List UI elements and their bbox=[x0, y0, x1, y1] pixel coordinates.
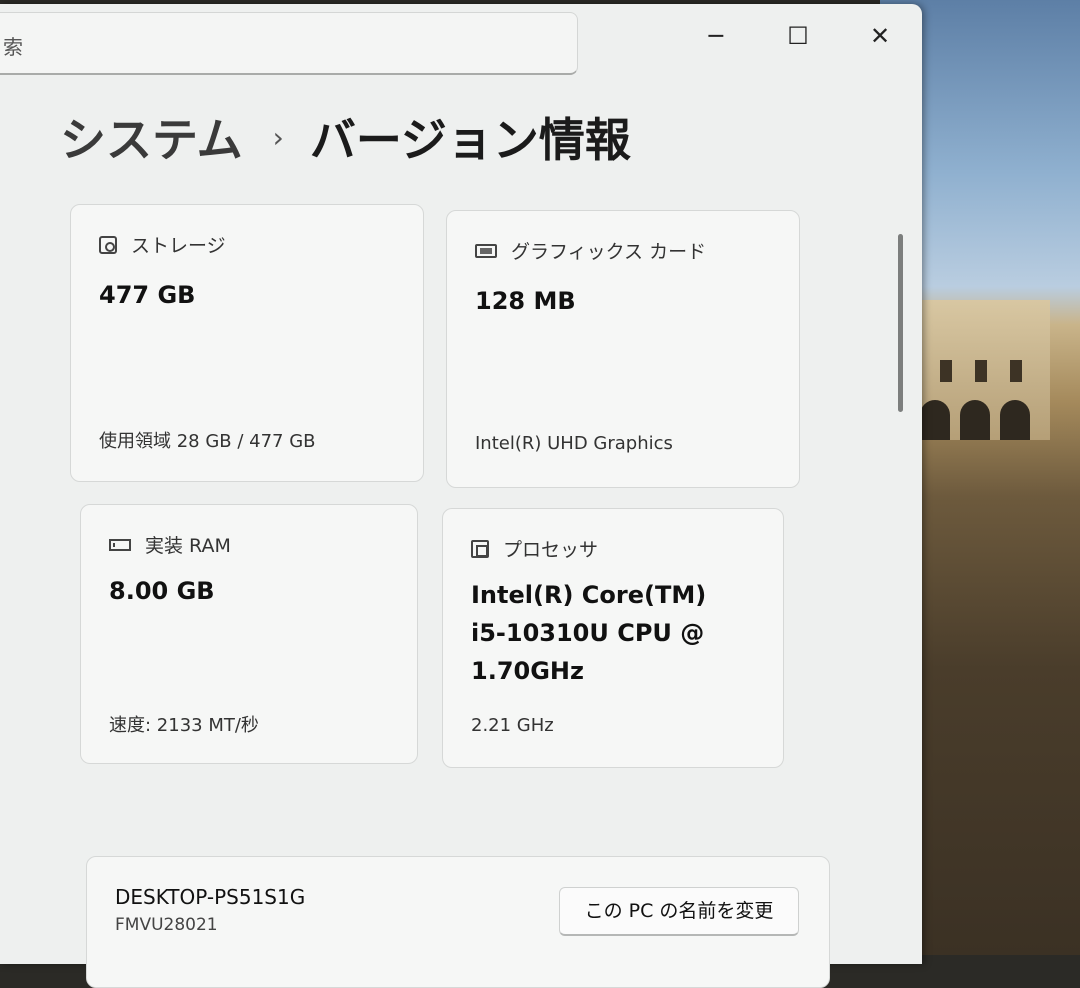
minimize-button[interactable]: ─ bbox=[696, 18, 736, 54]
title-bar: 索 ─ ☐ ✕ bbox=[0, 4, 922, 78]
device-name: DESKTOP-PS51S1G bbox=[115, 885, 306, 909]
storage-label: ストレージ bbox=[131, 235, 226, 257]
building-window bbox=[1010, 360, 1022, 382]
processor-name-line-3: 1.70GHz bbox=[471, 657, 584, 685]
page-title: バージョン情報 bbox=[309, 113, 631, 167]
wallpaper-arch bbox=[960, 400, 990, 440]
building-window bbox=[975, 360, 987, 382]
processor-card: プロセッサ Intel(R) Core(TM) i5-10310U CPU @ … bbox=[442, 508, 784, 768]
breadcrumb: システム › バージョン情報 bbox=[60, 102, 631, 172]
rename-pc-button[interactable]: この PC の名前を変更 bbox=[559, 887, 799, 936]
ram-header: 実装 RAM bbox=[109, 531, 231, 558]
graphics-detail: Intel(R) UHD Graphics bbox=[475, 433, 673, 454]
graphics-header: グラフィックス カード bbox=[475, 237, 706, 264]
graphics-value: 128 MB bbox=[475, 287, 576, 315]
processor-name-line-1: Intel(R) Core(TM) bbox=[471, 581, 707, 609]
storage-card: ストレージ 477 GB 使用領域 28 GB / 477 GB bbox=[70, 204, 424, 482]
ram-value: 8.00 GB bbox=[109, 577, 215, 605]
wallpaper-arch bbox=[1000, 400, 1030, 440]
processor-name-line-2: i5-10310U CPU @ bbox=[471, 619, 705, 647]
ram-label: 実装 RAM bbox=[145, 535, 231, 557]
hard-drive-icon bbox=[99, 235, 117, 254]
processor-icon bbox=[471, 539, 489, 558]
breadcrumb-system-link[interactable]: システム bbox=[60, 104, 243, 170]
close-button[interactable]: ✕ bbox=[860, 18, 900, 54]
settings-window: 索 ─ ☐ ✕ システム › バージョン情報 ストレージ 477 GB 使用領域… bbox=[0, 4, 922, 988]
maximize-button[interactable]: ☐ bbox=[778, 18, 818, 54]
storage-detail: 使用領域 28 GB / 477 GB bbox=[99, 431, 316, 452]
wallpaper-arch bbox=[920, 400, 950, 440]
processor-speed: 2.21 GHz bbox=[471, 715, 554, 736]
search-text: 索 bbox=[3, 35, 23, 59]
graphics-label: グラフィックス カード bbox=[511, 241, 707, 263]
device-model: FMVU28021 bbox=[115, 915, 218, 935]
building-window bbox=[940, 360, 952, 382]
storage-header: ストレージ bbox=[99, 231, 226, 258]
graphics-card: グラフィックス カード 128 MB Intel(R) UHD Graphics bbox=[446, 210, 800, 488]
ram-card: 実装 RAM 8.00 GB 速度: 2133 MT/秒 bbox=[80, 504, 418, 764]
processor-header: プロセッサ bbox=[471, 535, 598, 562]
ram-speed: 速度: 2133 MT/秒 bbox=[109, 715, 259, 736]
scrollbar-thumb[interactable] bbox=[898, 234, 903, 412]
ram-icon bbox=[109, 538, 131, 551]
breadcrumb-separator-icon: › bbox=[272, 120, 284, 154]
storage-value: 477 GB bbox=[99, 281, 196, 309]
device-name-card: DESKTOP-PS51S1G FMVU28021 この PC の名前を変更 bbox=[86, 856, 830, 988]
processor-label: プロセッサ bbox=[503, 539, 599, 561]
settings-search-box[interactable]: 索 bbox=[0, 12, 578, 75]
graphics-card-icon bbox=[475, 243, 497, 258]
